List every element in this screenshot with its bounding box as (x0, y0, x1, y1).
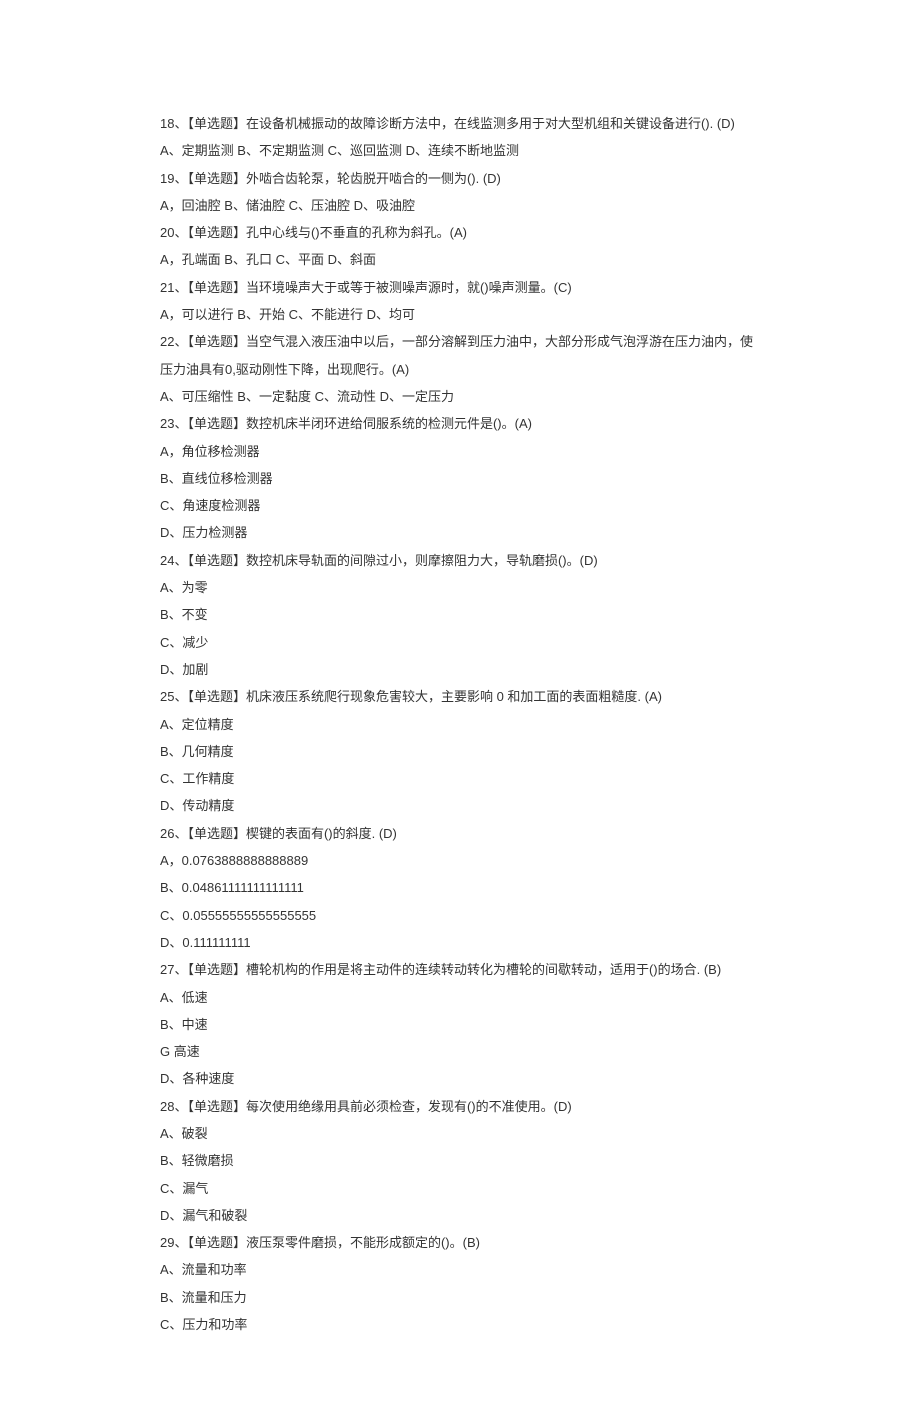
text-line: A、定位精度 (160, 711, 760, 738)
text-line: C、压力和功率 (160, 1311, 760, 1338)
text-line: C、工作精度 (160, 765, 760, 792)
text-line: A，可以进行 B、开始 C、不能进行 D、均可 (160, 301, 760, 328)
text-line: A、可压缩性 B、一定黏度 C、流动性 D、一定压力 (160, 383, 760, 410)
text-line: 23、【单选题】数控机床半闭环进给伺服系统的检测元件是()。(A) (160, 410, 760, 437)
text-line: D、0.111111111 (160, 929, 760, 956)
text-line: 28、【单选题】每次使用绝缘用具前必须检查，发现有()的不准使用。(D) (160, 1093, 760, 1120)
text-line: C、角速度检测器 (160, 492, 760, 519)
text-line: 24、【单选题】数控机床导轨面的间隙过小，则摩擦阻力大，导轨磨损()。(D) (160, 547, 760, 574)
text-line: D、加剧 (160, 656, 760, 683)
text-line: D、传动精度 (160, 792, 760, 819)
text-line: 20、【单选题】孔中心线与()不垂直的孔称为斜孔。(A) (160, 219, 760, 246)
text-line: 21、【单选题】当环境噪声大于或等于被测噪声源时，就()噪声测量。(C) (160, 274, 760, 301)
text-line: 27、【单选题】槽轮机构的作用是将主动件的连续转动转化为槽轮的间歇转动，适用于(… (160, 956, 760, 983)
text-line: 29、【单选题】液压泵零件磨损，不能形成额定的()。(B) (160, 1229, 760, 1256)
text-line: 22、【单选题】当空气混入液压油中以后，一部分溶解到压力油中，大部分形成气泡浮游… (160, 328, 760, 383)
text-line: B、0.04861111111111111 (160, 874, 760, 901)
text-line: D、压力检测器 (160, 519, 760, 546)
text-line: 26、【单选题】楔键的表面有()的斜度. (D) (160, 820, 760, 847)
text-line: 19、【单选题】外啮合齿轮泵，轮齿脱开啮合的一侧为(). (D) (160, 165, 760, 192)
text-line: B、几何精度 (160, 738, 760, 765)
text-line: B、不变 (160, 601, 760, 628)
text-line: C、漏气 (160, 1175, 760, 1202)
text-line: A、定期监测 B、不定期监测 C、巡回监测 D、连续不断地监测 (160, 137, 760, 164)
document-body: 18、【单选题】在设备机械振动的故障诊断方法中，在线监测多用于对大型机组和关键设… (160, 110, 760, 1338)
text-line: A、低速 (160, 984, 760, 1011)
text-line: 25、【单选题】机床液压系统爬行现象危害较大，主要影响 0 和加工面的表面粗糙度… (160, 683, 760, 710)
text-line: D、漏气和破裂 (160, 1202, 760, 1229)
text-line: B、中速 (160, 1011, 760, 1038)
text-line: A，0.0763888888888889 (160, 847, 760, 874)
text-line: A，回油腔 B、储油腔 C、压油腔 D、吸油腔 (160, 192, 760, 219)
text-line: A，角位移检测器 (160, 438, 760, 465)
text-line: G 高速 (160, 1038, 760, 1065)
text-line: B、直线位移检测器 (160, 465, 760, 492)
text-line: B、流量和压力 (160, 1284, 760, 1311)
text-line: C、0.05555555555555555 (160, 902, 760, 929)
text-line: D、各种速度 (160, 1065, 760, 1092)
text-line: A、为零 (160, 574, 760, 601)
text-line: A、破裂 (160, 1120, 760, 1147)
text-line: C、减少 (160, 629, 760, 656)
text-line: B、轻微磨损 (160, 1147, 760, 1174)
text-line: A、流量和功率 (160, 1256, 760, 1283)
text-line: A，孔端面 B、孔口 C、平面 D、斜面 (160, 246, 760, 273)
text-line: 18、【单选题】在设备机械振动的故障诊断方法中，在线监测多用于对大型机组和关键设… (160, 110, 760, 137)
